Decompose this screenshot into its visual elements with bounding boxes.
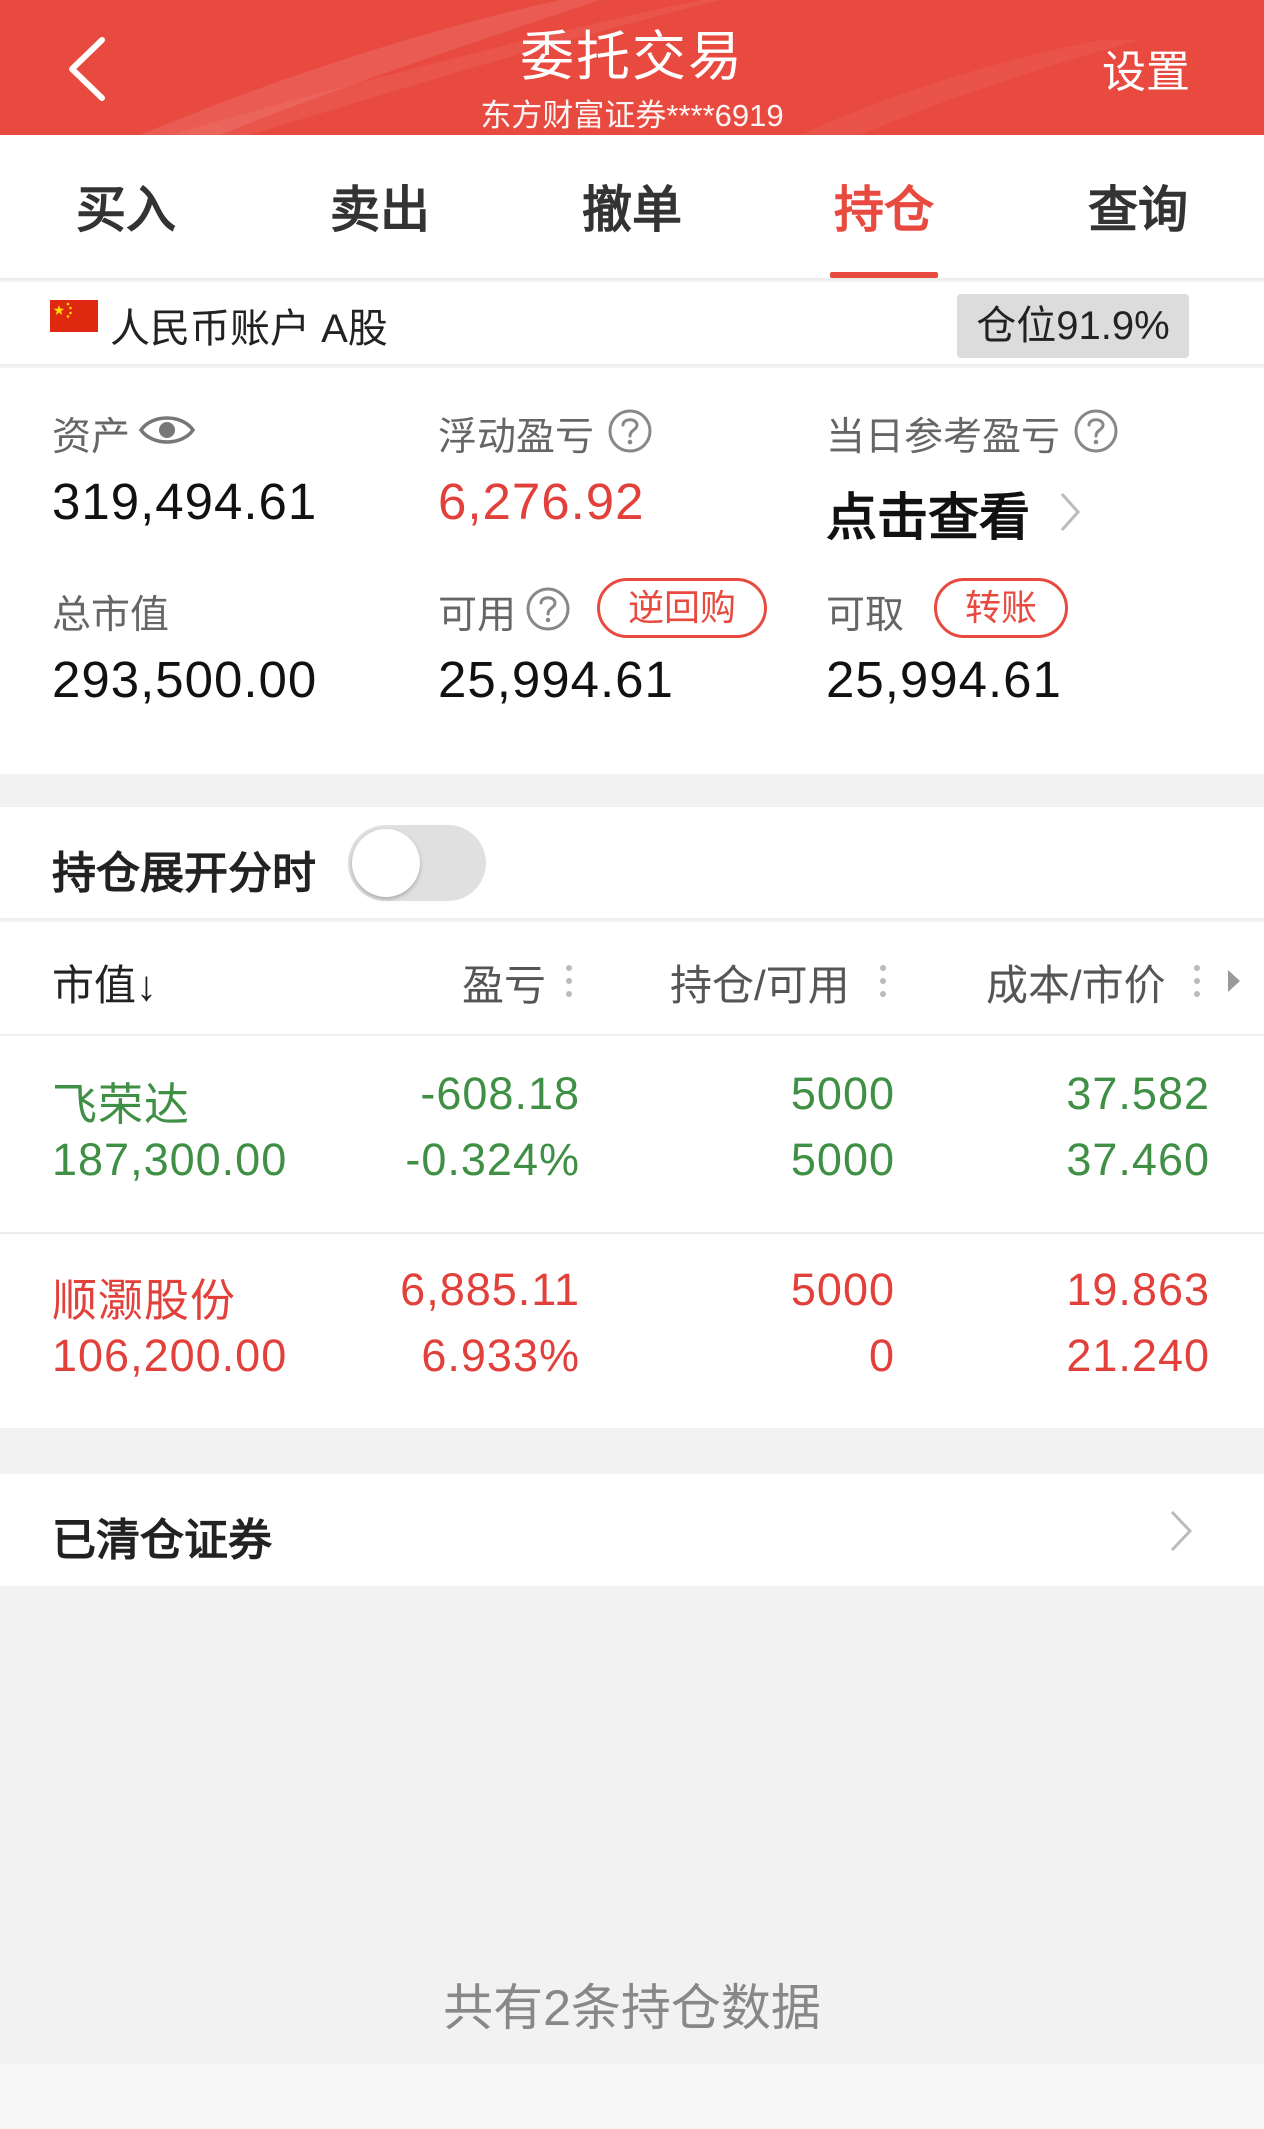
sort-dots-icon — [880, 965, 886, 997]
page-title: 委托交易 — [520, 27, 744, 87]
sort-dots-icon — [1194, 965, 1200, 997]
floating-pnl-value: 6,276.92 — [438, 473, 645, 530]
account-row: 人民币账户 A股 仓位91.9% — [0, 282, 1264, 366]
market-value-value: 293,500.00 — [52, 651, 318, 708]
bottom-strip — [0, 2064, 1264, 2129]
tab-buy-label: 买入 — [76, 182, 176, 238]
stock-pnl-percent: 6.933% — [421, 1330, 580, 1381]
top-header: 委托交易 东方财富证券****6919 设置 — [0, 0, 1264, 135]
expand-intraday-toggle[interactable] — [348, 825, 486, 901]
toggle-knob — [352, 829, 420, 897]
tab-sell-label: 卖出 — [330, 182, 430, 238]
withdrawable-label: 可取 — [826, 594, 905, 637]
table-row[interactable]: 顺灏股份 106,200.00 6,885.11 6.933% 5000 0 1… — [0, 1236, 1264, 1432]
column-header-market-value[interactable]: 市值↓ — [52, 952, 157, 1013]
daily-pnl-label: 当日参考盈亏 — [826, 416, 1061, 459]
tab-sell[interactable]: 卖出 — [280, 135, 480, 280]
market-value-label: 总市值 — [52, 594, 170, 637]
daily-pnl-view-link[interactable]: 点击查看 — [826, 476, 1030, 550]
stock-available: 5000 — [790, 1134, 895, 1185]
column-header-cost-price[interactable]: 成本/市价 — [986, 952, 1166, 1013]
transfer-button[interactable]: 转账 — [934, 578, 1068, 638]
trade-tabs: 买入 卖出 撤单 持仓 查询 — [0, 135, 1264, 280]
stock-cost: 19.863 — [1066, 1264, 1210, 1315]
holdings-table: 市值↓ 盈亏 持仓/可用 成本/市价 飞荣达 187,300.00 -608.1… — [0, 922, 1264, 1428]
broker-account-subtitle: 东方财富证券****6919 — [480, 98, 784, 133]
floating-pnl-label: 浮动盈亏 — [438, 416, 595, 459]
column-header-holding[interactable]: 持仓/可用 — [670, 952, 850, 1013]
position-ratio-badge: 仓位91.9% — [957, 294, 1189, 358]
available-funds-value: 25,994.61 — [438, 651, 674, 708]
scroll-right-icon[interactable] — [1224, 966, 1244, 996]
expand-intraday-label: 持仓展开分时 — [52, 849, 316, 898]
column-header-pnl[interactable]: 盈亏 — [462, 952, 546, 1013]
tab-query[interactable]: 查询 — [1038, 135, 1238, 280]
stock-holding: 5000 — [790, 1068, 895, 1119]
stock-holding: 5000 — [790, 1264, 895, 1315]
asset-summary-panel: 资产 319,494.61 浮动盈亏 6,276.92 当日参考盈亏 点击查看 … — [0, 368, 1264, 774]
stock-price: 37.460 — [1066, 1134, 1210, 1185]
chevron-right-icon — [1060, 493, 1081, 531]
table-row[interactable]: 飞荣达 187,300.00 -608.18 -0.324% 5000 5000… — [0, 1038, 1264, 1234]
stock-available: 0 — [868, 1330, 895, 1381]
tab-holdings[interactable]: 持仓 — [784, 135, 984, 280]
account-type-label: 人民币账户 A股 — [110, 307, 388, 351]
cleared-securities-label: 已清仓证券 — [52, 1516, 272, 1565]
help-circle-icon[interactable] — [607, 408, 653, 454]
stock-market-value: 187,300.00 — [52, 1134, 288, 1185]
sort-dots-icon — [566, 965, 572, 997]
tab-query-label: 查询 — [1088, 182, 1188, 238]
tab-holdings-label: 持仓 — [834, 182, 934, 238]
help-circle-icon[interactable] — [525, 586, 571, 632]
cleared-securities-row[interactable]: 已清仓证券 — [0, 1474, 1264, 1586]
stock-pnl: -608.18 — [420, 1068, 580, 1119]
stock-cost: 37.582 — [1066, 1068, 1210, 1119]
reverse-repo-button[interactable]: 逆回购 — [597, 578, 767, 638]
stock-price: 21.240 — [1066, 1330, 1210, 1381]
stock-pnl-percent: -0.324% — [405, 1134, 580, 1185]
stock-name: 飞荣达 — [52, 1079, 191, 1130]
available-funds-label: 可用 — [438, 594, 517, 637]
chevron-right-icon — [1170, 1510, 1193, 1552]
stock-market-value: 106,200.00 — [52, 1330, 288, 1381]
total-assets-value: 319,494.61 — [52, 473, 318, 530]
expand-intraday-row: 持仓展开分时 — [0, 807, 1264, 920]
tab-cancel[interactable]: 撤单 — [532, 135, 732, 280]
total-assets-label: 资产 — [52, 416, 131, 459]
withdrawable-value: 25,994.61 — [826, 651, 1062, 708]
settings-button[interactable]: 设置 — [1102, 36, 1190, 100]
help-circle-icon[interactable] — [1073, 408, 1119, 454]
stock-pnl: 6,885.11 — [400, 1264, 580, 1315]
tab-cancel-label: 撤单 — [582, 182, 682, 238]
china-flag-icon — [50, 300, 98, 332]
active-tab-underline — [830, 272, 938, 278]
holdings-count-text: 共有2条持仓数据 — [443, 1980, 821, 2036]
eye-icon[interactable] — [138, 410, 196, 450]
stock-name: 顺灏股份 — [52, 1275, 237, 1326]
tab-buy[interactable]: 买入 — [26, 135, 226, 280]
